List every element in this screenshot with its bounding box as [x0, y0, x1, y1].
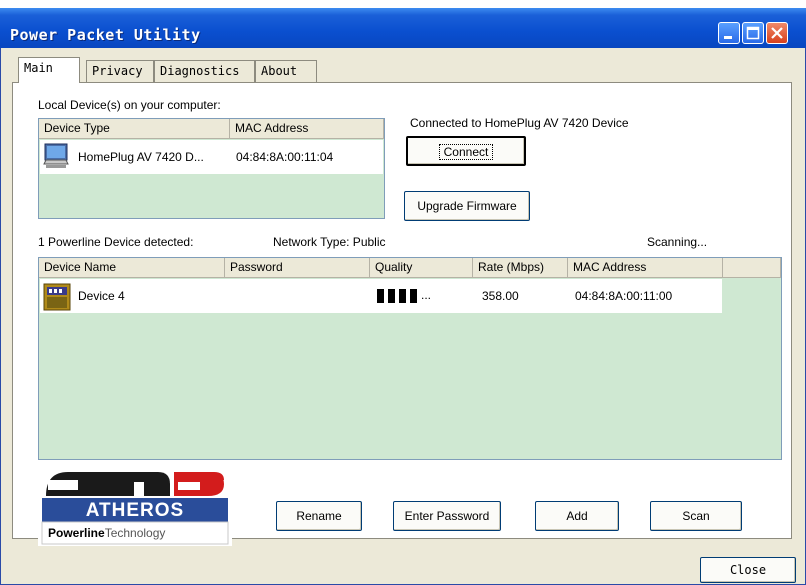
maximize-icon — [746, 26, 760, 40]
column-spacer — [723, 258, 781, 278]
tab-main[interactable]: Main — [18, 57, 80, 83]
table-row[interactable]: HomePlug AV 7420 D... 04:84:8A:00:11:04 — [40, 140, 383, 174]
device-name: Device 4 — [78, 289, 125, 303]
quality-bar — [399, 288, 406, 303]
connect-button-label: Connect — [438, 144, 494, 160]
logo-tagline-bold: Powerline — [48, 526, 105, 540]
logo-tagline-rest: Technology — [104, 526, 166, 540]
column-mac-address[interactable]: MAC Address — [230, 119, 384, 139]
quality-suffix: ... — [421, 288, 432, 302]
upgrade-firmware-button[interactable]: Upgrade Firmware — [404, 191, 530, 221]
quality-bars — [377, 288, 421, 303]
atheros-logo: ATHEROS PowerlineTechnology — [38, 460, 232, 546]
quality-bar — [388, 288, 395, 303]
rename-button[interactable]: Rename — [276, 501, 362, 531]
quality-indicator: ... — [377, 288, 431, 303]
scanning-status: Scanning... — [647, 235, 708, 249]
close-icon — [771, 27, 783, 39]
devices-detected-count: 1 Powerline Device detected: — [38, 235, 194, 249]
minimize-icon — [724, 36, 732, 39]
window-title: Power Packet Utility — [10, 26, 201, 44]
connect-button[interactable]: Connect — [406, 136, 526, 166]
add-button[interactable]: Add — [535, 501, 619, 531]
scan-button[interactable]: Scan — [650, 501, 742, 531]
column-device-type[interactable]: Device Type — [39, 119, 230, 139]
network-type: Network Type: Public — [273, 235, 386, 249]
tab-privacy[interactable]: Privacy — [86, 60, 154, 82]
title-bar[interactable]: Power Packet Utility — [0, 8, 806, 48]
maximize-button[interactable] — [742, 22, 764, 44]
local-device-mac: 04:84:8A:00:11:04 — [236, 150, 334, 164]
quality-bar — [410, 288, 417, 303]
device-rate: 358.00 — [482, 289, 519, 303]
tab-about[interactable]: About — [255, 60, 317, 82]
local-device-list[interactable]: Device Type MAC Address HomePlug AV 7420… — [38, 118, 385, 219]
column-device-name[interactable]: Device Name — [39, 258, 225, 278]
close-window-button[interactable] — [766, 22, 788, 44]
column-rate[interactable]: Rate (Mbps) — [473, 258, 568, 278]
logo-tagline: PowerlineTechnology — [48, 526, 165, 540]
powerline-adapter-icon — [43, 283, 71, 311]
column-powerline-mac[interactable]: MAC Address — [568, 258, 723, 278]
connection-status: Connected to HomePlug AV 7420 Device — [410, 116, 629, 130]
computer-icon — [43, 143, 69, 168]
tab-diagnostics[interactable]: Diagnostics — [154, 60, 255, 82]
local-device-type: HomePlug AV 7420 D... — [78, 150, 204, 164]
minimize-button[interactable] — [718, 22, 740, 44]
column-password[interactable]: Password — [225, 258, 370, 278]
device-mac: 04:84:8A:00:11:00 — [575, 289, 673, 303]
local-devices-heading: Local Device(s) on your computer: — [38, 98, 221, 112]
powerline-device-list[interactable]: Device Name Password Quality Rate (Mbps)… — [38, 257, 782, 460]
table-row[interactable]: Device 4 ... 358.00 04:84:8A:00:11:00 — [40, 279, 722, 313]
quality-bar — [377, 288, 384, 303]
logo-brand-text: ATHEROS — [85, 500, 185, 521]
close-button[interactable]: Close — [700, 557, 796, 583]
column-quality[interactable]: Quality — [370, 258, 473, 278]
enter-password-button[interactable]: Enter Password — [393, 501, 501, 531]
